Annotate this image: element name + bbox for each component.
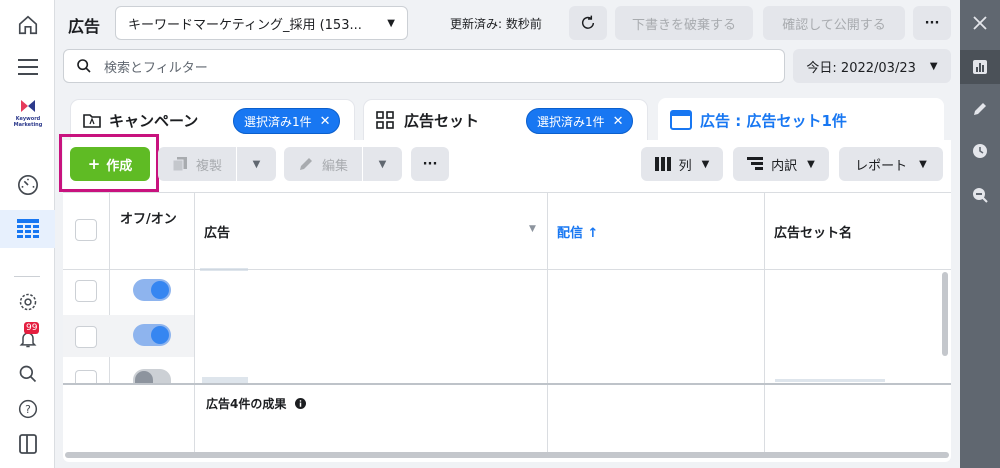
toggle-knob (135, 371, 153, 383)
account-select[interactable]: キーワードマーケティング_採用 (153... ▼ (115, 6, 408, 40)
collapse-panel-icon[interactable] (0, 425, 55, 463)
results-summary: 広告4件の成果 (206, 395, 306, 412)
edit-button[interactable]: 編集 (284, 147, 362, 181)
chevron-down-icon: ▼ (701, 158, 710, 170)
blurred-adset-name (775, 379, 885, 382)
breakdown-button[interactable]: 内訳 ▼ (733, 147, 829, 181)
chevron-down-icon: ▼ (919, 158, 927, 170)
toolbar-more-button[interactable]: ··· (411, 147, 449, 181)
tab-adsets[interactable]: 広告セット 選択済み1件 ✕ (364, 100, 647, 140)
duplicate-label: 複製 (195, 158, 222, 174)
right-tools-rail (960, 0, 1000, 468)
dashboard-gauge-icon[interactable] (0, 166, 55, 204)
menu-icon[interactable] (0, 48, 55, 86)
search-icon[interactable] (0, 355, 55, 393)
sort-caret-icon[interactable]: ▼ (529, 224, 536, 234)
create-button[interactable]: + 作成 (70, 147, 150, 181)
chevron-down-icon: ▼ (387, 17, 395, 29)
more-options-button[interactable]: ··· (913, 6, 951, 40)
page-title: 広告 (68, 17, 101, 36)
row-checkbox[interactable] (75, 326, 97, 348)
chevron-down-icon: ▼ (929, 60, 938, 72)
notification-count-badge: 99 (24, 322, 40, 334)
create-label: 作成 (106, 158, 133, 174)
close-icon[interactable]: ✕ (320, 114, 331, 129)
ads-manager-table-icon[interactable] (0, 210, 55, 248)
folder-icon (83, 114, 101, 128)
column-header-adset-name[interactable]: 広告セット名 (774, 222, 852, 241)
date-range-label: 今日: 2022/03/23 (806, 60, 916, 76)
refresh-button[interactable] (569, 6, 607, 40)
review-publish-button[interactable]: 確認して公開する (763, 6, 905, 40)
copy-icon (172, 157, 187, 172)
plus-icon: + (87, 155, 101, 173)
columns-icon (654, 157, 671, 171)
refresh-icon (581, 15, 595, 29)
help-icon[interactable]: ? (0, 390, 55, 428)
tab-ads[interactable]: 広告 : 広告セット1件 (658, 98, 944, 142)
tab-campaigns-label: キャンペーン (109, 111, 199, 130)
breakdown-icon (747, 157, 764, 170)
vertical-scrollbar[interactable] (942, 272, 948, 356)
chart-icon[interactable] (960, 50, 1000, 84)
tab-ads-label: 広告 : 広告セット1件 (700, 111, 847, 130)
account-name: キーワードマーケティング_採用 (153... (128, 17, 362, 33)
row-checkbox[interactable] (75, 370, 97, 384)
reports-button[interactable]: レポート ▼ (839, 147, 943, 181)
edit-dropdown[interactable]: ▼ (362, 147, 402, 181)
close-icon[interactable]: ✕ (613, 114, 624, 129)
chip-label: 選択済み1件 (537, 114, 605, 129)
results-summary-row (63, 383, 951, 453)
toggle-knob (151, 326, 169, 344)
edit-pencil-icon[interactable] (960, 92, 1000, 126)
brand-logo: Keyword Marketing (8, 100, 48, 128)
row-onoff-toggle[interactable] (133, 324, 171, 346)
discard-draft-button[interactable]: 下書きを破棄する (615, 6, 753, 40)
grid-icon (376, 111, 394, 129)
update-status: 更新済み: 数秒前 (450, 17, 542, 31)
toggle-knob (151, 281, 169, 299)
inspect-search-icon[interactable] (960, 178, 1000, 212)
duplicate-dropdown[interactable]: ▼ (236, 147, 276, 181)
breakdown-label: 内訳 (771, 158, 798, 174)
column-header-onoff[interactable]: オフ/オン (120, 212, 180, 228)
column-header-ad[interactable]: 広告 (204, 222, 230, 241)
svg-text:?: ? (25, 403, 31, 416)
date-range-picker[interactable]: 今日: 2022/03/23 ▼ (793, 49, 951, 83)
settings-gear-icon[interactable] (0, 283, 55, 321)
row-onoff-toggle[interactable] (133, 369, 171, 383)
column-header-delivery[interactable]: 配信 ↑ (557, 222, 598, 241)
horizontal-scrollbar[interactable] (65, 452, 949, 458)
info-icon[interactable] (294, 398, 306, 409)
columns-label: 列 (678, 158, 692, 174)
row-checkbox[interactable] (75, 280, 97, 302)
ad-window-icon (670, 110, 692, 130)
home-icon[interactable] (0, 6, 55, 44)
chevron-down-icon: ▼ (807, 158, 815, 170)
row-onoff-toggle[interactable] (133, 279, 171, 301)
history-clock-icon[interactable] (960, 134, 1000, 168)
search-filter-bar[interactable]: 検索とフィルター (63, 49, 785, 83)
chip-label: 選択済み1件 (244, 114, 312, 129)
pencil-icon (299, 158, 312, 170)
edit-label: 編集 (321, 158, 348, 174)
adset-selected-chip[interactable]: 選択済み1件 ✕ (526, 108, 633, 134)
search-icon (77, 59, 91, 73)
results-summary-label: 広告4件の成果 (206, 397, 287, 411)
reports-label: レポート (855, 158, 908, 174)
blurred-ad-thumbnail (200, 268, 248, 271)
tab-adsets-label: 広告セット (404, 111, 480, 130)
left-nav-rail: Keyword Marketing 99 ? (0, 0, 55, 468)
select-all-checkbox[interactable] (75, 219, 97, 241)
search-input[interactable]: 検索とフィルター (104, 57, 208, 76)
duplicate-button[interactable]: 複製 (158, 147, 236, 181)
campaign-selected-chip[interactable]: 選択済み1件 ✕ (233, 108, 340, 134)
rail-divider (14, 276, 40, 277)
columns-button[interactable]: 列 ▼ (641, 147, 723, 181)
logo-line2: Marketing (13, 122, 43, 128)
close-icon[interactable] (960, 6, 1000, 40)
